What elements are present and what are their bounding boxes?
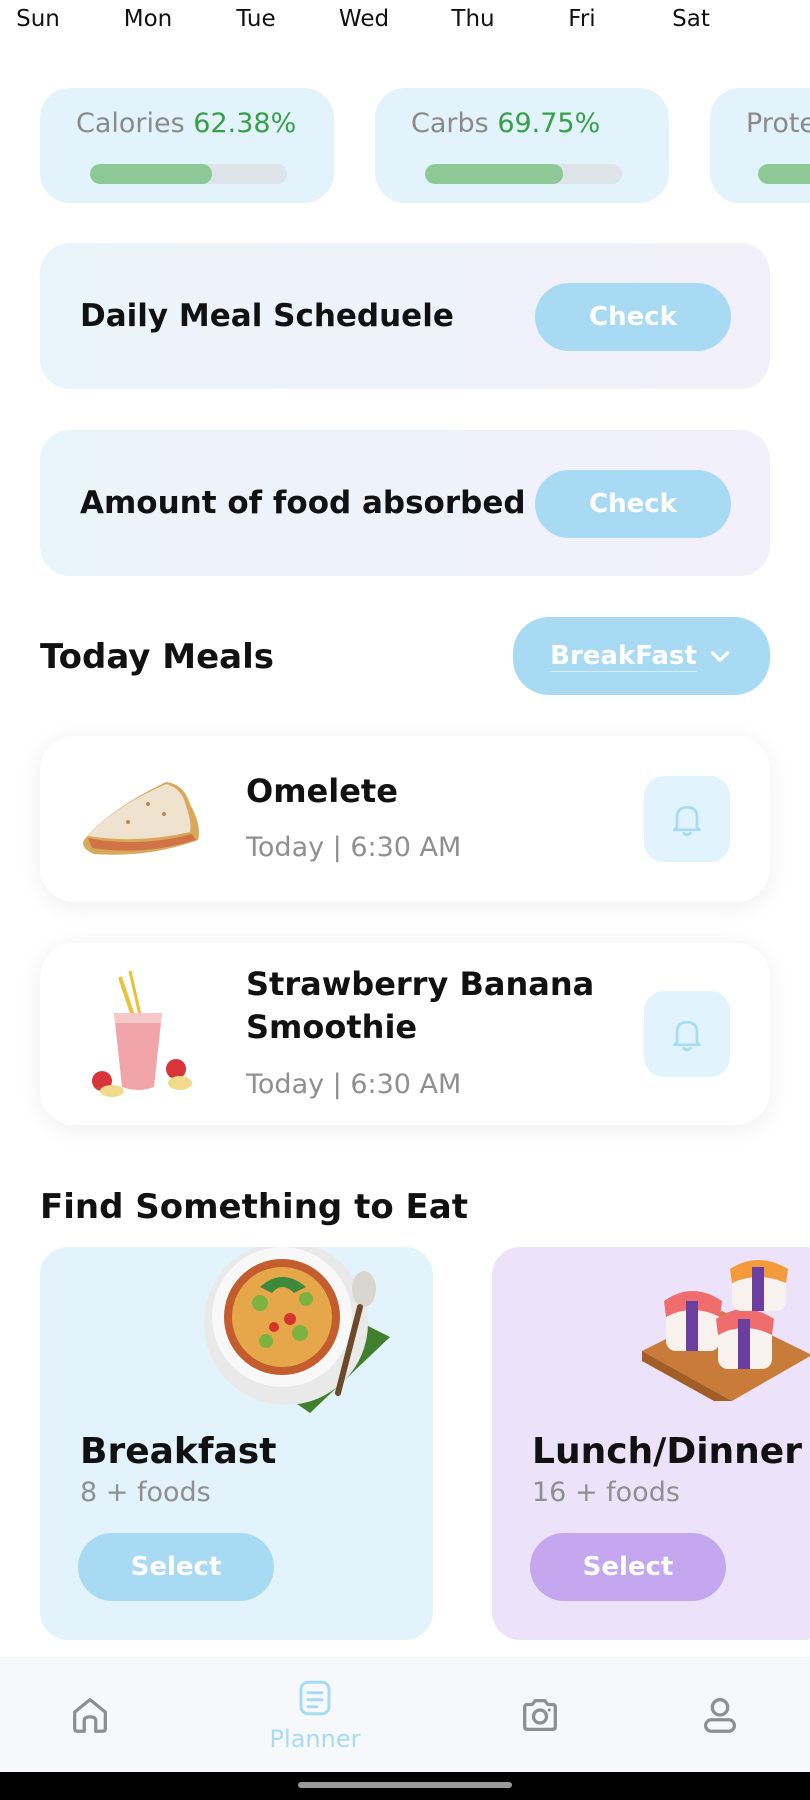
meal-type-dropdown[interactable]: BreakFast — [513, 617, 770, 695]
card-title: Daily Meal Scheduele — [80, 298, 454, 334]
profile-icon — [703, 1697, 737, 1733]
check-absorbed-button[interactable]: Check — [535, 470, 731, 538]
camera-icon — [523, 1698, 557, 1731]
day-sat[interactable]: Sat — [651, 6, 731, 32]
stat-card-carbs[interactable]: Carbs 69.75% — [375, 88, 669, 203]
system-navigation-bar — [0, 1772, 810, 1800]
progress-fill — [90, 164, 213, 184]
stat-label-calories: Calories 62.38% — [76, 108, 296, 139]
day-fri[interactable]: Fri — [542, 6, 622, 32]
find-food-title: Find Something to Eat — [40, 1187, 468, 1227]
stat-percent: 69.75% — [497, 108, 601, 139]
daily-meal-schedule-card: Daily Meal Scheduele Check — [40, 243, 770, 389]
day-mon[interactable]: Mon — [108, 6, 188, 32]
stat-label-protein: Prote — [746, 108, 810, 139]
nav-profile[interactable] — [680, 1657, 760, 1772]
day-wed[interactable]: Wed — [324, 6, 404, 32]
food-absorbed-card: Amount of food absorbed Check — [40, 430, 770, 576]
smoothie-image — [92, 970, 192, 1097]
day-thu[interactable]: Thu — [433, 6, 513, 32]
check-schedule-button[interactable]: Check — [535, 283, 731, 351]
category-name: Lunch/Dinner — [532, 1431, 802, 1472]
progress-fill — [425, 164, 563, 184]
stat-name: Prote — [746, 108, 810, 139]
meal-item[interactable]: Omelete Today | 6:30 AM — [40, 736, 770, 902]
curry-bowl-image — [204, 1247, 390, 1413]
meal-name: Strawberry Banana Smoothie — [246, 965, 595, 1046]
category-count: 16 + foods — [532, 1477, 680, 1508]
meal-time: Today | 6:30 AM — [246, 832, 462, 863]
reminder-button[interactable] — [644, 776, 730, 862]
progress-bar — [425, 164, 622, 184]
week-day-selector: Sun Mon Tue Wed Thu Fri Sat — [0, 0, 810, 40]
bottom-navigation: Planner — [0, 1657, 810, 1772]
stat-name: Calories — [76, 108, 185, 139]
select-breakfast-button[interactable]: Select — [78, 1533, 274, 1601]
meal-name: Omelete — [246, 772, 398, 810]
stat-card-protein[interactable]: Prote — [710, 88, 810, 203]
progress-bar — [758, 164, 810, 184]
card-title: Amount of food absorbed — [80, 485, 526, 521]
category-name: Breakfast — [80, 1431, 277, 1472]
dropdown-value: BreakFast — [550, 640, 697, 672]
omelete-image — [83, 782, 199, 855]
category-count: 8 + foods — [80, 1477, 211, 1508]
nav-planner-label: Planner — [269, 1724, 361, 1753]
stat-card-calories[interactable]: Calories 62.38% — [40, 88, 334, 203]
sushi-image — [642, 1260, 810, 1401]
progress-fill — [758, 164, 810, 184]
meal-time: Today | 6:30 AM — [246, 1069, 462, 1100]
bell-icon — [673, 806, 701, 837]
home-icon — [73, 1697, 107, 1733]
bell-icon — [673, 1021, 701, 1052]
progress-bar — [90, 164, 287, 184]
nav-planner[interactable]: Planner — [255, 1657, 375, 1772]
nav-home[interactable] — [50, 1657, 130, 1772]
today-meals-title: Today Meals — [40, 637, 274, 677]
nav-camera[interactable] — [500, 1657, 580, 1772]
select-lunch-dinner-button[interactable]: Select — [530, 1533, 726, 1601]
chevron-down-icon — [710, 651, 730, 662]
stat-name: Carbs — [411, 108, 489, 139]
reminder-button[interactable] — [644, 991, 730, 1077]
home-gesture-handle[interactable] — [298, 1782, 512, 1788]
nutrition-stats-carousel[interactable]: Calories 62.38% Carbs 69.75% Prote — [0, 88, 810, 203]
stat-label-carbs: Carbs 69.75% — [411, 108, 600, 139]
day-tue[interactable]: Tue — [216, 6, 296, 32]
day-sun[interactable]: Sun — [0, 6, 78, 32]
planner-icon — [299, 1680, 331, 1715]
category-card-lunch-dinner[interactable]: Lunch/Dinner 16 + foods Select — [492, 1247, 810, 1640]
stat-percent: 62.38% — [193, 108, 297, 139]
meal-item[interactable]: Strawberry Banana Smoothie Today | 6:30 … — [40, 943, 770, 1125]
category-card-breakfast[interactable]: Breakfast 8 + foods Select — [40, 1247, 433, 1640]
